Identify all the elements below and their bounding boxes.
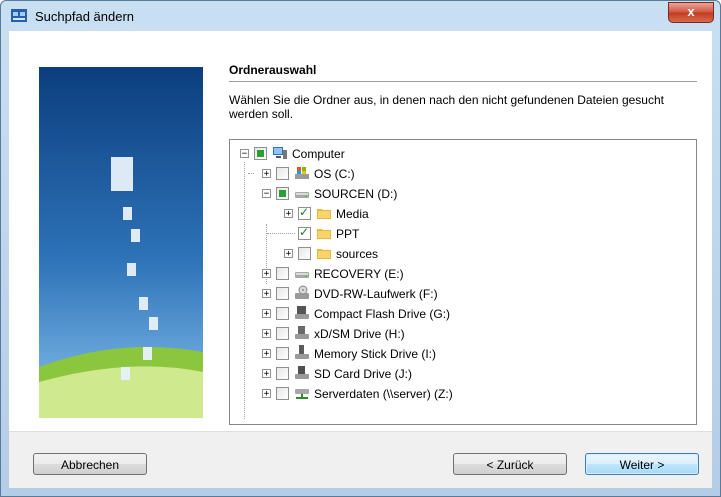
folder-tree[interactable]: − Computer + OS (C:) − SOURCEN (D:) + ✓ … <box>229 139 697 425</box>
expand-expander[interactable]: + <box>284 209 293 219</box>
tree-node-label: SD Card Drive (J:) <box>314 367 413 381</box>
dvd-drive-icon <box>295 285 309 299</box>
card-reader-icon <box>295 366 309 379</box>
tree-node-folder-ppt[interactable]: PPT <box>230 224 670 244</box>
tree-node-label: xD/SM Drive (H:) <box>314 327 405 341</box>
wizard-page: Ordnerauswahl Wählen Sie die Ordner aus,… <box>9 31 712 431</box>
next-button[interactable]: Weiter > <box>585 453 699 475</box>
tree-node-drive-z[interactable]: + Serverdaten (\\server) (Z:) <box>230 384 670 404</box>
card-reader-icon <box>295 326 309 339</box>
tree-checkbox[interactable] <box>276 387 289 400</box>
tree-checkbox[interactable] <box>276 187 289 200</box>
tree-node-drive-j[interactable]: + SD Card Drive (J:) <box>230 364 670 384</box>
section-description: Wählen Sie die Ordner aus, in denen nach… <box>229 93 664 121</box>
tree-node-drive-h[interactable]: + xD/SM Drive (H:) <box>230 324 670 344</box>
expand-expander[interactable]: + <box>284 249 293 259</box>
folder-icon <box>317 229 331 239</box>
tree-node-folder-media[interactable]: + Media <box>230 204 670 224</box>
tree-node-drive-f[interactable]: + DVD-RW-Laufwerk (F:) <box>230 284 670 304</box>
tree-node-drive-c[interactable]: + OS (C:) <box>230 164 670 184</box>
expand-expander[interactable]: + <box>262 169 271 179</box>
window-title: Suchpfad ändern <box>35 9 135 24</box>
tree-checkbox[interactable] <box>276 327 289 340</box>
tree-node-drive-d[interactable]: − SOURCEN (D:) <box>230 184 670 204</box>
back-button[interactable]: < Zurück <box>453 453 567 475</box>
drive-icon <box>295 272 309 278</box>
tree-node-label: Computer <box>292 147 345 161</box>
title-bar[interactable]: Suchpfad ändern x <box>1 1 720 31</box>
drive-os-icon <box>295 167 309 179</box>
tree-connector <box>248 173 254 174</box>
collapse-expander[interactable]: − <box>240 149 249 159</box>
tree-checkbox[interactable] <box>298 247 311 260</box>
tree-node-drive-e[interactable]: + RECOVERY (E:) <box>230 264 670 284</box>
card-reader-icon <box>295 306 309 319</box>
tree-node-folder-sources[interactable]: + sources <box>230 244 670 264</box>
app-icon <box>11 9 27 22</box>
section-divider <box>229 81 697 82</box>
expand-expander[interactable]: + <box>262 389 271 399</box>
tree-checkbox[interactable] <box>276 347 289 360</box>
tree-node-label: PPT <box>336 227 360 241</box>
tree-node-drive-i[interactable]: + Memory Stick Drive (I:) <box>230 344 670 364</box>
tree-node-computer[interactable]: − Computer <box>230 144 670 164</box>
tree-checkbox[interactable] <box>276 167 289 180</box>
folder-icon <box>317 209 331 219</box>
folder-icon <box>317 249 331 259</box>
tree-node-label: Serverdaten (\\server) (Z:) <box>314 387 453 401</box>
tree-checkbox[interactable] <box>298 205 311 220</box>
tree-checkbox[interactable] <box>254 147 267 160</box>
close-button[interactable]: x <box>668 2 714 23</box>
tree-node-label: Memory Stick Drive (I:) <box>314 347 437 361</box>
tree-checkbox[interactable] <box>276 367 289 380</box>
tree-node-label: OS (C:) <box>314 167 355 181</box>
collapse-expander[interactable]: − <box>262 189 271 199</box>
tree-checkbox[interactable] <box>276 287 289 300</box>
expand-expander[interactable]: + <box>262 309 271 319</box>
tree-checkbox[interactable] <box>298 225 311 240</box>
network-drive-icon <box>295 389 309 399</box>
footer-divider <box>9 431 712 432</box>
tree-node-label: SOURCEN (D:) <box>314 187 398 201</box>
expand-expander[interactable]: + <box>262 289 271 299</box>
tree-node-label: Media <box>336 207 369 221</box>
computer-icon <box>273 147 287 159</box>
dialog-window: Suchpfad ändern x Ordnerauswahl Wählen S… <box>0 0 721 497</box>
tree-connector <box>267 233 295 234</box>
dialog-client: Ordnerauswahl Wählen Sie die Ordner aus,… <box>9 31 712 488</box>
tree-node-label: Compact Flash Drive (G:) <box>314 307 451 321</box>
drive-icon <box>295 192 309 198</box>
section-title: Ordnerauswahl <box>229 63 317 77</box>
wizard-side-image <box>39 67 203 418</box>
tree-checkbox[interactable] <box>276 267 289 280</box>
tree-node-drive-g[interactable]: + Compact Flash Drive (G:) <box>230 304 670 324</box>
expand-expander[interactable]: + <box>262 269 271 279</box>
tree-node-label: DVD-RW-Laufwerk (F:) <box>314 287 438 301</box>
tree-checkbox[interactable] <box>276 307 289 320</box>
cancel-button[interactable]: Abbrechen <box>33 453 147 475</box>
card-reader-icon <box>295 345 309 359</box>
tree-node-label: sources <box>336 247 379 261</box>
expand-expander[interactable]: + <box>262 369 271 379</box>
expand-expander[interactable]: + <box>262 349 271 359</box>
tree-node-label: RECOVERY (E:) <box>314 267 404 281</box>
expand-expander[interactable]: + <box>262 329 271 339</box>
